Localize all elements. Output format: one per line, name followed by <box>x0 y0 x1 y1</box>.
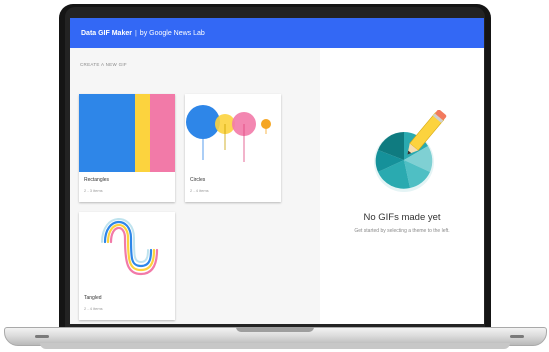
gif-gallery-pane: No GIFs made yet Get started by selectin… <box>320 48 484 324</box>
theme-card-rectangles[interactable]: Rectangles 2 - 3 items <box>79 94 175 202</box>
card-item-count: 2 - 4 items <box>84 306 103 311</box>
yellow-rectangle <box>135 94 150 172</box>
pink-rectangle <box>150 94 175 172</box>
card-item-count: 2 - 4 items <box>190 188 209 193</box>
tangled-preview-graphic <box>101 218 159 276</box>
rectangles-preview-graphic <box>79 94 175 172</box>
empty-state-title: No GIFs made yet <box>363 212 441 223</box>
empty-state-illustration <box>372 109 448 198</box>
circles-thumbnail <box>185 94 281 172</box>
card-title: Tangled <box>84 295 102 301</box>
card-title: Rectangles <box>84 177 110 183</box>
circles-preview-graphic <box>186 105 271 162</box>
empty-state-subtitle: Get started by selecting a theme to the … <box>354 228 450 234</box>
theme-picker-pane: CREATE A NEW GIF Rectangles 2 - 3 items <box>70 48 320 324</box>
app-header: Data GIF Maker | by Google News Lab <box>70 18 484 48</box>
laptop-base-lip <box>40 343 510 349</box>
rectangles-thumbnail <box>79 94 175 172</box>
laptop-foot-left <box>35 335 49 338</box>
header-separator: | <box>134 29 137 37</box>
card-title: Circles <box>190 177 206 183</box>
card-item-count: 2 - 3 items <box>84 188 103 193</box>
laptop-notch <box>236 327 314 332</box>
blue-rectangle <box>79 94 135 172</box>
theme-card-tangled[interactable]: Tangled 2 - 4 items <box>79 212 175 320</box>
theme-card-circles[interactable]: Circles 2 - 4 items <box>185 94 281 202</box>
tangled-thumbnail <box>79 212 175 290</box>
section-label: CREATE A NEW GIF <box>80 62 127 67</box>
laptop-foot-right <box>510 335 524 338</box>
app-title[interactable]: Data GIF Maker <box>81 30 132 37</box>
app-screen: Data GIF Maker | by Google News Lab CREA… <box>70 18 484 324</box>
app-byline[interactable]: by Google News Lab <box>140 30 205 37</box>
